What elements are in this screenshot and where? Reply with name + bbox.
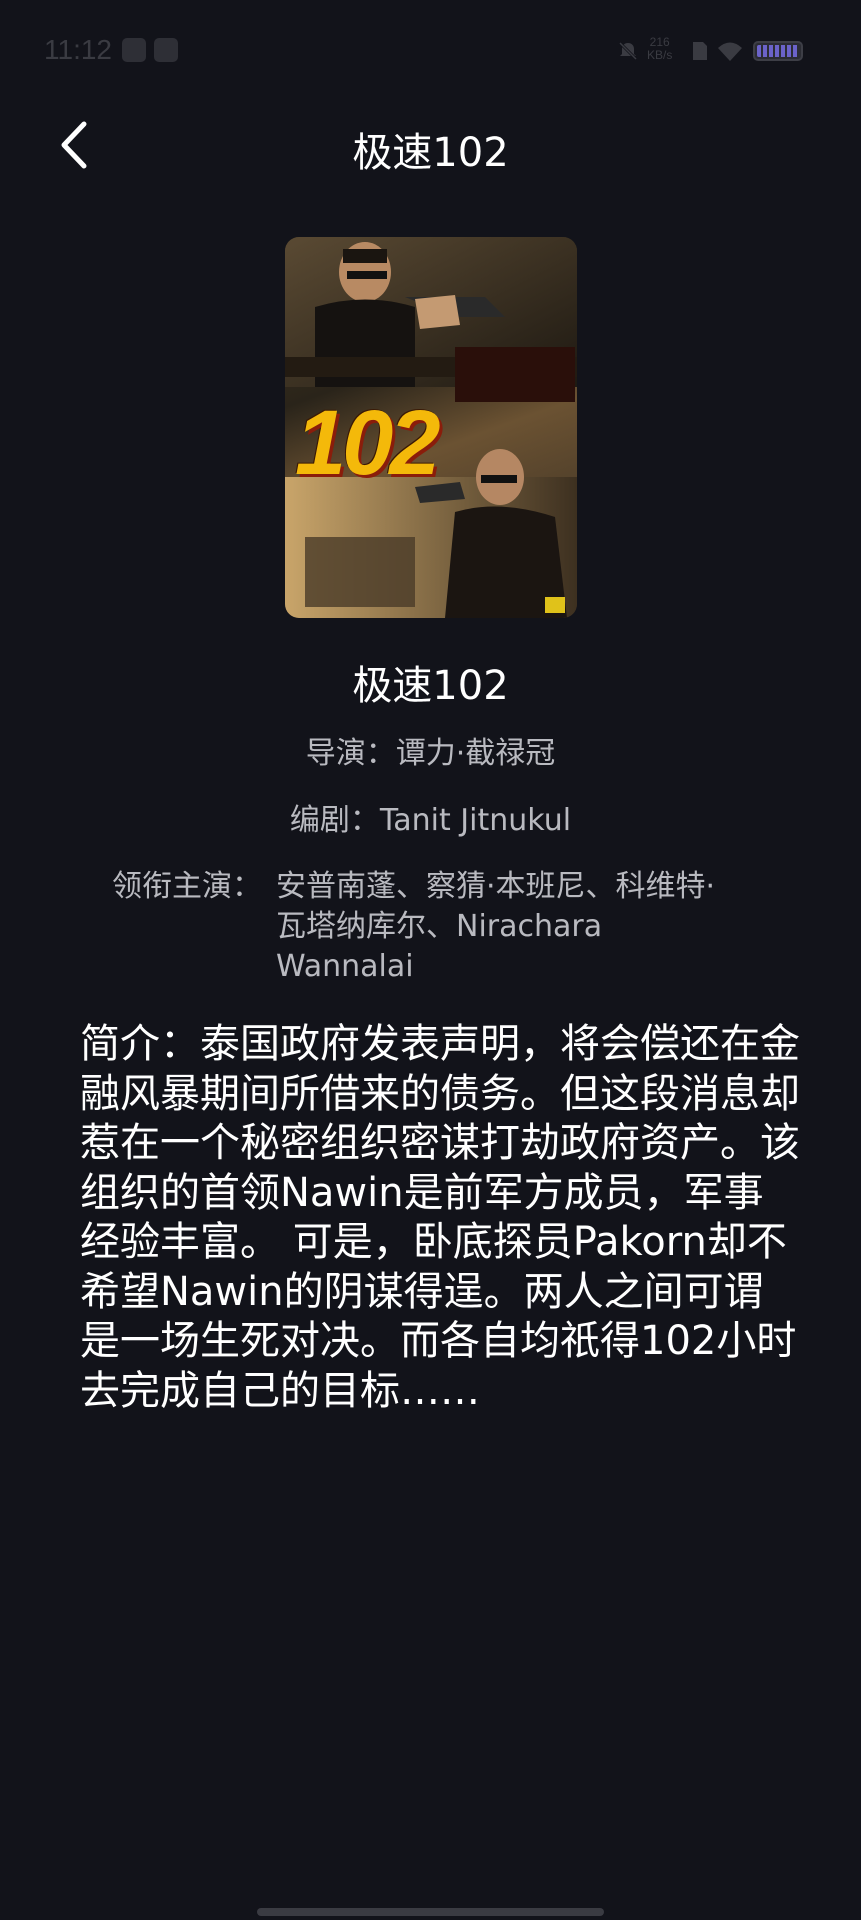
movie-title: 极速102 bbox=[352, 663, 509, 709]
wifi-icon bbox=[718, 42, 742, 61]
writer-info: 编剧：Tanit Jitnukul bbox=[289, 803, 572, 838]
status-bar: 11:12 216 KB/s bbox=[0, 0, 861, 100]
poster-number: 102 bbox=[295, 392, 441, 494]
page-title: 极速102 bbox=[352, 130, 509, 176]
director-info: 导演：谭力·截禄冠 bbox=[305, 736, 556, 771]
status-time: 11:12 bbox=[44, 34, 112, 65]
synopsis: 简介：泰国政府发表声明，将会偿还在金融风暴期间所借来的债务。但这段消息却惹在一个… bbox=[80, 1021, 800, 1414]
mute-icon bbox=[618, 41, 638, 61]
notification-icon bbox=[122, 38, 146, 62]
net-speed-unit: KB/s bbox=[647, 48, 673, 62]
app-icon bbox=[154, 38, 178, 62]
cast-value: 安普南蓬、察猜·本班尼、科维特·瓦塔纳库尔、Nirachara Wannalai bbox=[276, 869, 716, 984]
sim-icon bbox=[693, 42, 707, 60]
header: 极速102 bbox=[0, 100, 861, 190]
movie-poster[interactable]: 102 bbox=[285, 237, 577, 618]
battery-icon bbox=[753, 41, 803, 61]
status-right-icons: 216 KB/s bbox=[617, 36, 817, 66]
cast-label: 领衔主演： bbox=[112, 869, 262, 904]
cast-info: 领衔主演： 安普南蓬、察猜·本班尼、科维特·瓦塔纳库尔、Nirachara Wa… bbox=[112, 867, 752, 987]
home-indicator[interactable] bbox=[257, 1908, 604, 1916]
network-speed: 216 KB/s bbox=[647, 36, 672, 62]
